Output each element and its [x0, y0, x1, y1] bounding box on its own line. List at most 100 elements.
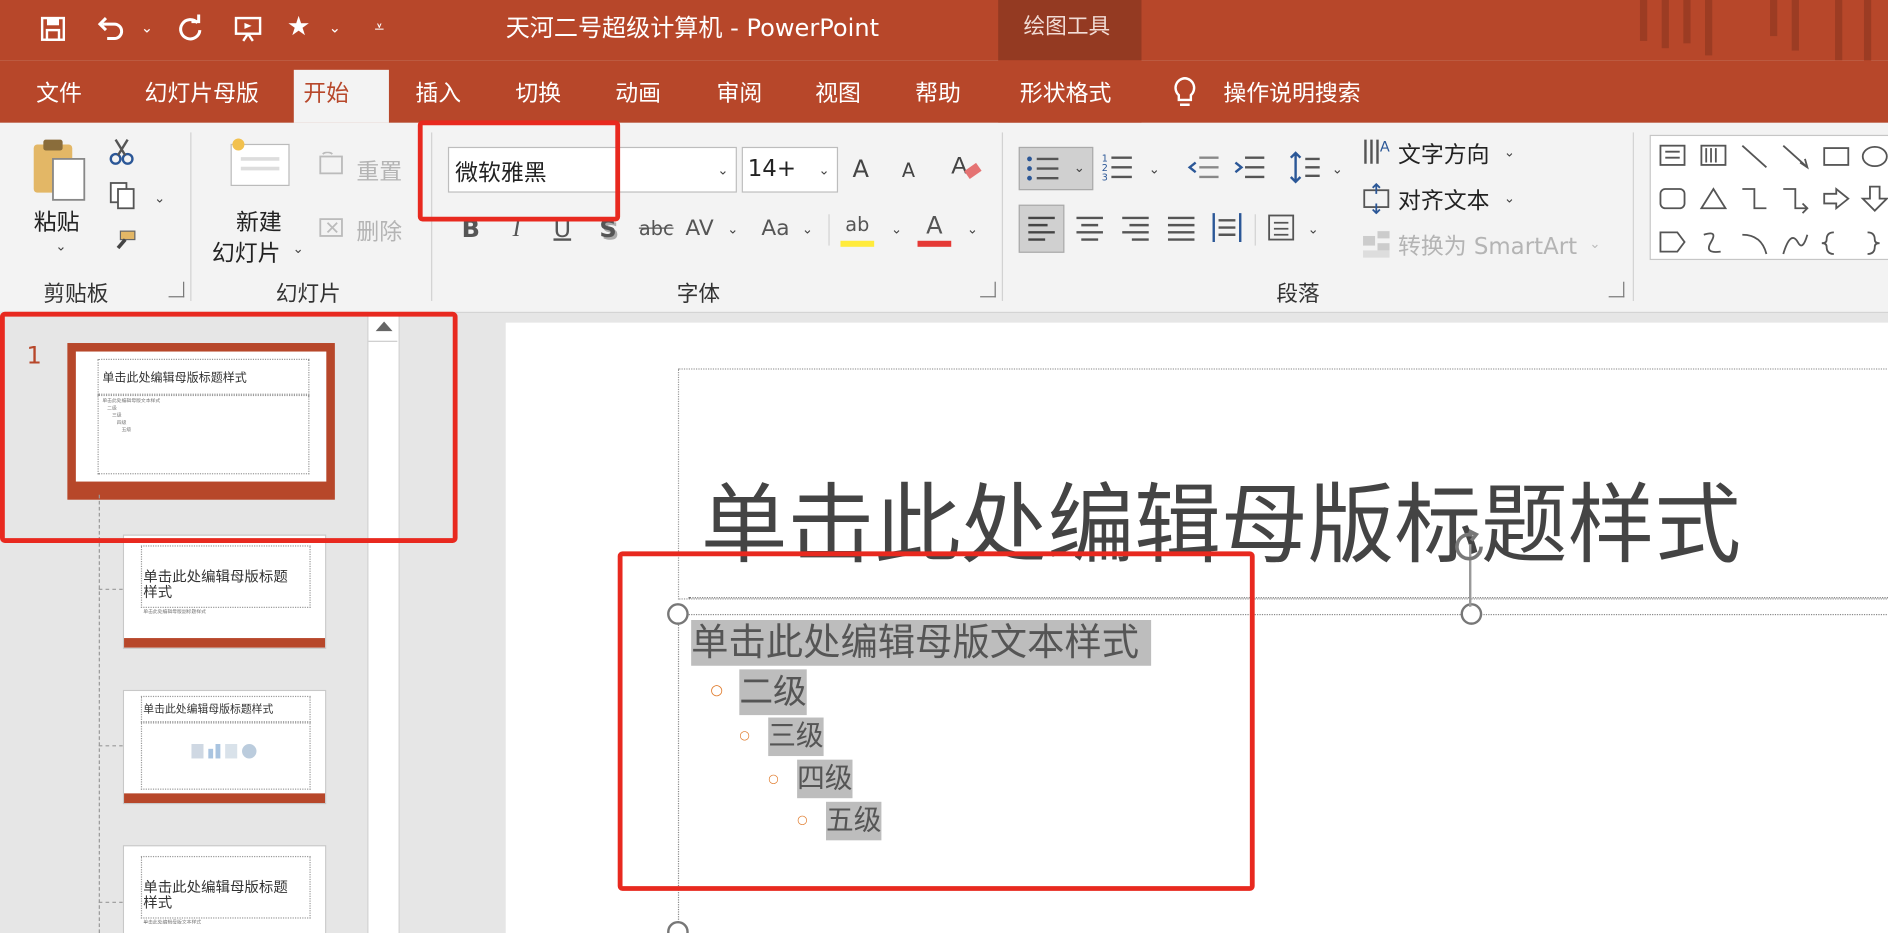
layout-tree-branch [98, 745, 123, 747]
layout-thumbnail-2[interactable]: 单击此处编辑母版标题样式 [122, 689, 327, 805]
layout2-title: 单击此处编辑母版标题样式 [143, 704, 274, 717]
align-center-icon[interactable] [1072, 212, 1108, 246]
tell-me-search[interactable]: 操作说明搜索 [1214, 70, 1371, 123]
change-case-dropdown-icon[interactable]: ⌄ [802, 222, 813, 238]
font-name-dropdown-icon[interactable]: ⌄ [717, 163, 728, 179]
decor-stripe [1770, 0, 1778, 37]
decor-stripe [1705, 0, 1713, 56]
tab-transitions[interactable]: 切换 [506, 70, 571, 123]
bullets-dropdown-icon[interactable]: ⌄ [1074, 160, 1085, 176]
new-slide-label-2[interactable]: 幻灯片 [212, 236, 281, 269]
tab-view[interactable]: 视图 [806, 70, 871, 123]
grow-font-icon[interactable]: A [853, 154, 869, 183]
columns-icon[interactable] [1267, 212, 1296, 243]
numbering-icon[interactable]: 123 [1101, 149, 1137, 185]
slides-group-label: 幻灯片 [275, 281, 341, 307]
highlight-dropdown-icon[interactable]: ⌄ [891, 222, 902, 238]
tab-insert[interactable]: 插入 [406, 70, 471, 123]
highlight-button[interactable]: ab [840, 212, 875, 247]
clipboard-launcher-icon[interactable] [168, 281, 185, 298]
lightbulb-icon[interactable] [1170, 76, 1201, 110]
group-divider [1632, 132, 1634, 301]
save-icon[interactable] [36, 10, 70, 46]
strikethrough-button[interactable]: abc [638, 212, 674, 246]
align-left-button[interactable] [1018, 204, 1065, 253]
decor-stripe [1835, 0, 1843, 61]
title-bar: ⌄ ★ ⌄ ⩡ 天河二号超级计算机 - PowerPoint 绘图工具 [0, 0, 1888, 123]
shrink-font-icon[interactable]: A [902, 159, 915, 182]
new-slide-icon[interactable] [229, 137, 292, 190]
svg-text:A: A [951, 152, 968, 179]
char-spacing-button[interactable]: AV [683, 212, 717, 246]
align-text-icon[interactable] [1361, 182, 1392, 215]
distributed-align-icon[interactable] [1209, 209, 1245, 245]
decor-stripe [1791, 0, 1799, 51]
align-right-icon[interactable] [1117, 212, 1153, 246]
svg-text:A: A [1380, 140, 1390, 156]
group-divider [1254, 214, 1256, 246]
thumb-footer-bar [124, 793, 326, 804]
decrease-indent-icon[interactable] [1187, 152, 1221, 183]
cut-icon[interactable] [108, 137, 134, 166]
document-title: 天河二号超级计算机 - PowerPoint [505, 13, 880, 43]
format-painter-icon[interactable] [111, 229, 137, 255]
font-size-dropdown-icon[interactable]: ⌄ [819, 163, 830, 179]
increase-indent-icon[interactable] [1233, 152, 1267, 183]
star-dropdown-icon[interactable]: ⌄ [329, 19, 341, 36]
undo-dropdown-icon[interactable]: ⌄ [141, 19, 153, 36]
redo-icon[interactable] [173, 10, 207, 46]
text-direction-button[interactable]: 文字方向 [1398, 137, 1490, 170]
tab-home[interactable]: 开始 [293, 69, 389, 123]
copy-icon[interactable] [108, 181, 137, 210]
columns-dropdown-icon[interactable]: ⌄ [1308, 222, 1319, 238]
numbering-dropdown-icon[interactable]: ⌄ [1149, 161, 1160, 177]
bullets-button[interactable]: ⌄ [1018, 146, 1094, 191]
justify-icon[interactable] [1163, 212, 1199, 246]
clear-formatting-icon[interactable]: A [949, 149, 983, 185]
font-group-label: 字体 [676, 281, 721, 307]
copy-dropdown-icon[interactable]: ⌄ [154, 190, 165, 206]
align-text-button[interactable]: 对齐文本 [1398, 183, 1490, 216]
customize-icon[interactable]: ⩡ [368, 10, 390, 46]
new-slide-label-1[interactable]: 新建 [236, 205, 282, 238]
star-icon[interactable]: ★ [282, 10, 316, 46]
font-size-box[interactable]: 14+ ⌄ [741, 146, 839, 193]
paragraph-launcher-icon[interactable] [1608, 281, 1625, 298]
paste-label[interactable]: 粘贴 [34, 205, 80, 238]
thumb-footer-bar [124, 638, 326, 648]
line-spacing-icon[interactable] [1288, 149, 1322, 185]
shapes-gallery[interactable] [1649, 134, 1888, 261]
text-direction-dropdown-icon[interactable]: ⌄ [1504, 144, 1515, 160]
tab-shape-format[interactable]: 形状格式 [1010, 70, 1121, 123]
group-divider [190, 132, 192, 301]
annotation-box-thumbnail [0, 311, 458, 543]
align-text-dropdown-icon[interactable]: ⌄ [1504, 190, 1515, 206]
present-icon[interactable] [231, 10, 265, 46]
font-color-button[interactable]: A [917, 212, 952, 247]
delete-slide-button: 删除 [356, 219, 403, 246]
layout-thumbnail-1[interactable]: 单击此处编辑母版标题样式 单击此处编辑母版副标题样式 [122, 534, 327, 649]
paste-dropdown-icon[interactable]: ⌄ [55, 238, 66, 254]
text-direction-icon[interactable]: A [1361, 135, 1392, 166]
decor-stripe [1661, 0, 1669, 49]
new-slide-dropdown-icon[interactable]: ⌄ [293, 241, 304, 257]
font-color-dropdown-icon[interactable]: ⌄ [967, 222, 978, 238]
tab-review[interactable]: 审阅 [707, 70, 772, 123]
tab-help[interactable]: 帮助 [905, 70, 970, 123]
change-case-button[interactable]: Aa [759, 212, 793, 246]
layout-thumbnail-3[interactable]: 单击此处编辑母版标题样式 单击此处编辑母版文本样式 [122, 845, 327, 933]
tab-file[interactable]: 文件 [26, 70, 91, 123]
context-label: 绘图工具 [1023, 14, 1111, 40]
tab-animations[interactable]: 动画 [606, 70, 671, 123]
line-spacing-dropdown-icon[interactable]: ⌄ [1332, 161, 1343, 177]
paste-icon[interactable] [31, 137, 89, 207]
svg-text:3: 3 [1102, 173, 1108, 184]
undo-icon[interactable] [94, 10, 128, 46]
clipboard-group-label: 剪贴板 [43, 281, 109, 307]
char-spacing-dropdown-icon[interactable]: ⌄ [727, 222, 738, 238]
font-launcher-icon[interactable] [980, 281, 996, 298]
layout-tree-branch [98, 901, 123, 903]
tab-slide-master[interactable]: 幻灯片母版 [135, 70, 269, 123]
rotate-handle-icon[interactable] [1450, 527, 1489, 566]
convert-smartart-button: 转换为 SmartArt [1397, 233, 1578, 261]
